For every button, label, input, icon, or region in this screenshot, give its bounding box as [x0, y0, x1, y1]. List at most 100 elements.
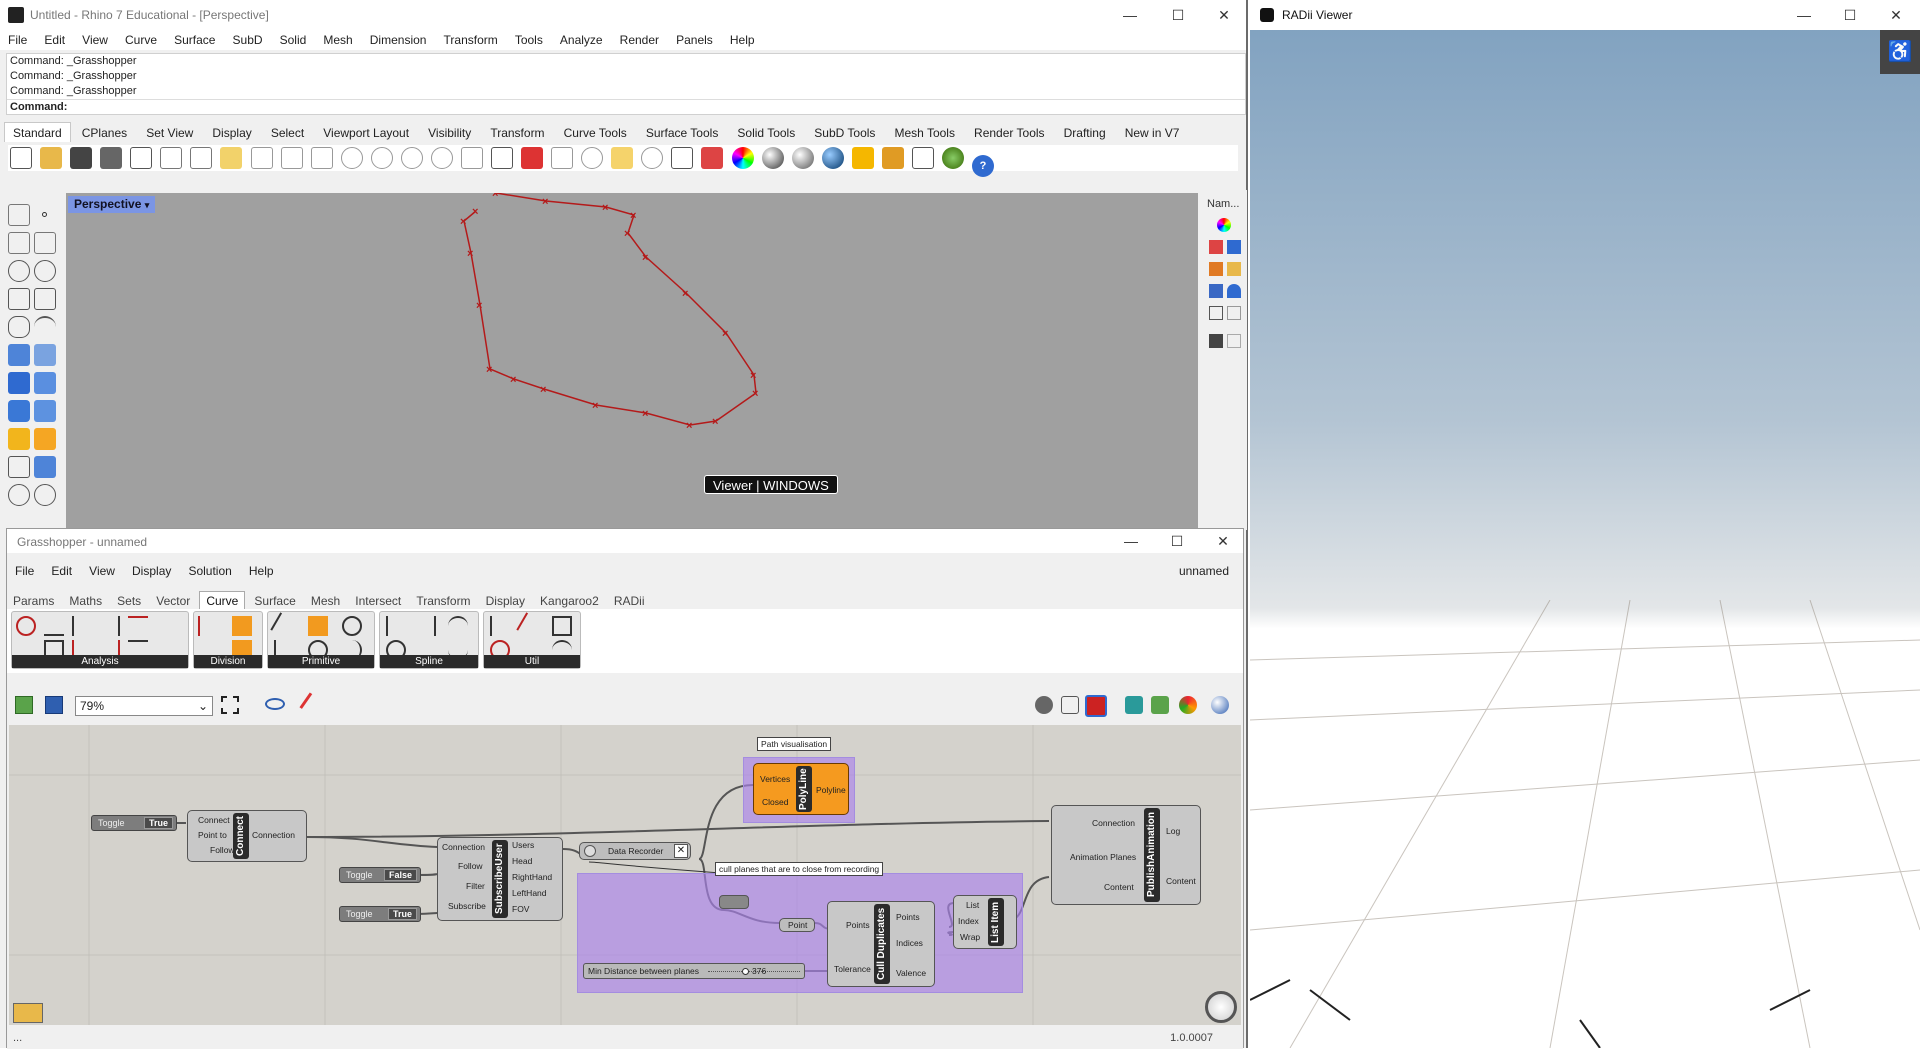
save-panel-icon[interactable]: [1209, 334, 1223, 348]
primitive-icon[interactable]: [308, 616, 328, 636]
surface-icon[interactable]: [8, 344, 30, 366]
tab-viewport-layout[interactable]: Viewport Layout: [315, 123, 417, 140]
hexagon-icon[interactable]: [8, 316, 30, 338]
ribbon-label[interactable]: Analysis: [12, 655, 188, 668]
min-distance-slider[interactable]: Min Distance between planes 376: [583, 963, 805, 979]
gh-minimize-button[interactable]: —: [1111, 530, 1151, 552]
paste-icon[interactable]: [220, 147, 243, 169]
gh-tab-curve[interactable]: Curve: [199, 591, 246, 610]
color-panel-icon[interactable]: [1217, 218, 1231, 232]
trim-icon[interactable]: [34, 428, 56, 450]
solid-icon[interactable]: [34, 372, 56, 394]
accessibility-button[interactable]: ♿: [1880, 30, 1920, 74]
menu-analyze[interactable]: Analyze: [552, 30, 609, 47]
gh-menu-solution[interactable]: Solution: [180, 561, 237, 578]
input-connect[interactable]: Connect: [198, 815, 230, 825]
dimension-icon[interactable]: [911, 147, 934, 169]
output-valence[interactable]: Valence: [896, 968, 926, 978]
zoom-icon[interactable]: [340, 147, 363, 169]
rendered-icon[interactable]: [791, 147, 814, 169]
input-tolerance[interactable]: Tolerance: [834, 964, 871, 974]
osnap-icon[interactable]: [581, 147, 604, 169]
analysis-icon[interactable]: [72, 616, 92, 636]
menu-solid[interactable]: Solid: [272, 30, 313, 47]
tab-standard[interactable]: Standard: [4, 122, 71, 142]
radii-minimize-button[interactable]: —: [1784, 4, 1824, 26]
ribbon-label[interactable]: Primitive: [268, 655, 374, 668]
input-wrap[interactable]: Wrap: [960, 932, 980, 942]
rectangle-icon[interactable]: [34, 288, 56, 310]
output-content[interactable]: Content: [1166, 876, 1196, 886]
gh-menu-display[interactable]: Display: [124, 561, 177, 578]
toggle-subscribe[interactable]: Toggle True: [339, 906, 421, 922]
toggle-value[interactable]: True: [387, 908, 417, 920]
zoom-extents-icon[interactable]: [221, 696, 239, 714]
preview-off-icon[interactable]: [1035, 696, 1053, 714]
zoom-dropdown[interactable]: 79% ⌄: [75, 696, 213, 716]
menu-dimension[interactable]: Dimension: [362, 30, 433, 47]
color-preview-icon[interactable]: [1179, 696, 1197, 714]
input-filter[interactable]: Filter: [466, 881, 485, 891]
tab-transform[interactable]: Transform: [482, 123, 552, 140]
gh-tab-vector[interactable]: Vector: [150, 592, 196, 610]
light-panel-icon[interactable]: [1227, 240, 1241, 254]
polyline-component[interactable]: Vertices Closed PolyLine Polyline: [753, 763, 849, 815]
gh-menu-view[interactable]: View: [81, 561, 121, 578]
globe-icon[interactable]: [941, 147, 964, 169]
preview-wire-icon[interactable]: [1061, 696, 1079, 714]
color-wheel-icon[interactable]: [731, 147, 754, 169]
explode-icon[interactable]: [8, 428, 30, 450]
ribbon-label[interactable]: Util: [484, 655, 580, 668]
arc-icon[interactable]: [34, 316, 56, 338]
input-points[interactable]: Points: [846, 920, 870, 930]
input-animation-planes[interactable]: Animation Planes: [1070, 852, 1136, 862]
gh-menu-help[interactable]: Help: [241, 561, 280, 578]
selected-only-icon[interactable]: [1125, 696, 1143, 714]
edit-panel-icon[interactable]: [1227, 334, 1241, 348]
perspective-viewport[interactable]: × × × × × × × × × × × × × × × × × × × × × Viewer | WINDOWS: [66, 193, 1198, 528]
menu-file[interactable]: File: [0, 30, 33, 47]
properties-icon[interactable]: [521, 147, 544, 169]
gh-tab-mesh[interactable]: Mesh: [305, 592, 346, 610]
toggle-value[interactable]: False: [383, 869, 417, 881]
polyline-icon[interactable]: [8, 232, 30, 254]
copy-icon[interactable]: [190, 147, 213, 169]
division-icon[interactable]: [198, 616, 218, 636]
tab-mesh-tools[interactable]: Mesh Tools: [887, 123, 963, 140]
data-recorder-component[interactable]: Data Recorder ✕: [579, 842, 691, 860]
ellipse-icon[interactable]: [34, 260, 56, 282]
gh-menu-file[interactable]: File: [7, 561, 40, 578]
output-lefthand[interactable]: LeftHand: [512, 888, 547, 898]
input-subscribe[interactable]: Subscribe: [448, 901, 486, 911]
menu-tools[interactable]: Tools: [507, 30, 549, 47]
input-connection[interactable]: Connection: [1092, 818, 1135, 828]
pan-icon[interactable]: [280, 147, 303, 169]
zoom-selected-icon[interactable]: [430, 147, 453, 169]
tab-new-in-v7[interactable]: New in V7: [1117, 123, 1188, 140]
minimize-button[interactable]: —: [1110, 4, 1150, 26]
primitive-icon[interactable]: [270, 612, 298, 640]
output-polyline[interactable]: Polyline: [816, 785, 846, 795]
menu-curve[interactable]: Curve: [117, 30, 163, 47]
sphere-preview-icon[interactable]: [1211, 696, 1229, 714]
output-points[interactable]: Points: [896, 912, 920, 922]
input-content[interactable]: Content: [1104, 882, 1134, 892]
gh-tab-intersect[interactable]: Intersect: [349, 592, 407, 610]
ribbon-label[interactable]: Spline: [380, 655, 478, 668]
tab-solid-tools[interactable]: Solid Tools: [729, 123, 803, 140]
spline-icon[interactable]: [448, 616, 468, 636]
gh-tab-sets[interactable]: Sets: [111, 592, 147, 610]
lock-icon[interactable]: [671, 147, 694, 169]
help-icon[interactable]: ?: [972, 155, 994, 177]
primitive-icon[interactable]: [342, 616, 362, 636]
menu-subd[interactable]: SubD: [225, 30, 269, 47]
mesh-settings-icon[interactable]: [1151, 696, 1169, 714]
maximize-button[interactable]: ☐: [1158, 4, 1198, 26]
mesh-icon[interactable]: [34, 400, 56, 422]
analysis-icon[interactable]: [128, 616, 148, 636]
gh-tab-params[interactable]: Params: [7, 592, 60, 610]
gh-canvas[interactable]: Toggle True Toggle False Toggle True Con…: [9, 725, 1241, 1025]
tab-set-view[interactable]: Set View: [138, 123, 201, 140]
sketch-pen-icon[interactable]: [299, 692, 325, 718]
gh-tab-transform[interactable]: Transform: [410, 592, 476, 610]
